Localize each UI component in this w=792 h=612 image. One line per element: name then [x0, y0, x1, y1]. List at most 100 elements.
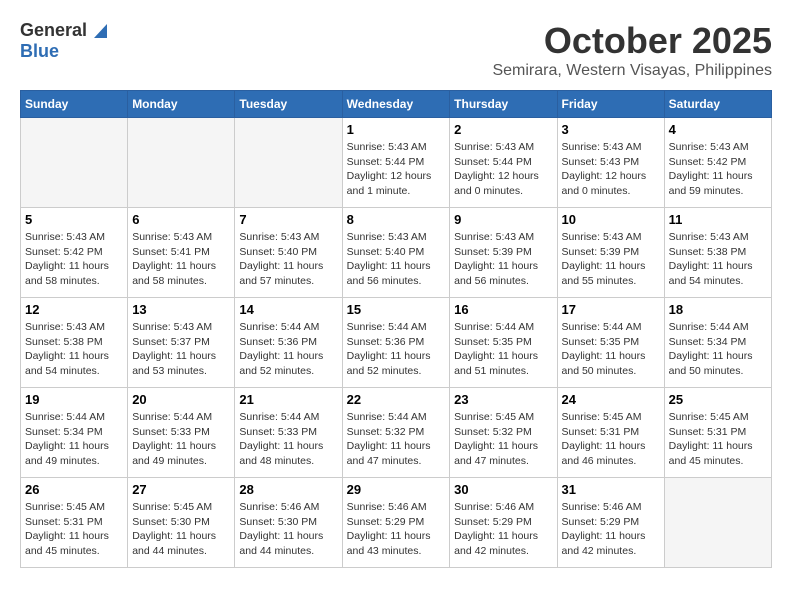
month-title: October 2025 — [492, 20, 772, 62]
calendar-cell: 18 Sunrise: 5:44 AM Sunset: 5:34 PM Dayli… — [664, 298, 771, 388]
calendar-cell — [235, 118, 342, 208]
calendar-cell: 21 Sunrise: 5:44 AM Sunset: 5:33 PM Dayli… — [235, 388, 342, 478]
calendar-week-row: 12Sunrise: 5:43 AM Sunset: 5:38 PM Dayli… — [21, 298, 772, 388]
day-number: 19 — [25, 392, 123, 407]
day-info: Sunrise: 5:44 AM Sunset: 5:36 PM Dayligh… — [347, 320, 446, 379]
day-info: Sunrise: 5:45 AM Sunset: 5:31 PM Dayligh… — [669, 410, 767, 469]
day-number: 31 — [562, 482, 660, 497]
logo-blue: Blue — [20, 41, 59, 61]
calendar-cell: 28 Sunrise: 5:46 AM Sunset: 5:30 PM Dayli… — [235, 478, 342, 568]
day-info: Sunrise: 5:45 AM Sunset: 5:32 PM Dayligh… — [454, 410, 552, 469]
day-info: Sunrise: 5:43 AM Sunset: 5:44 PM Dayligh… — [347, 140, 446, 199]
calendar-cell: 24Sunrise: 5:45 AM Sunset: 5:31 PM Dayli… — [557, 388, 664, 478]
calendar-cell: 9 Sunrise: 5:43 AM Sunset: 5:39 PM Daylig… — [450, 208, 557, 298]
calendar-week-row: 26Sunrise: 5:45 AM Sunset: 5:31 PM Dayli… — [21, 478, 772, 568]
day-info: Sunrise: 5:46 AM Sunset: 5:29 PM Dayligh… — [347, 500, 446, 559]
day-number: 25 — [669, 392, 767, 407]
location-subtitle: Semirara, Western Visayas, Philippines — [492, 62, 772, 80]
weekday-header: Tuesday — [235, 91, 342, 118]
calendar-week-row: 1 Sunrise: 5:43 AM Sunset: 5:44 PM Daylig… — [21, 118, 772, 208]
day-info: Sunrise: 5:43 AM Sunset: 5:40 PM Dayligh… — [347, 230, 446, 289]
day-number: 1 — [347, 122, 446, 137]
day-info: Sunrise: 5:43 AM Sunset: 5:38 PM Dayligh… — [669, 230, 767, 289]
day-info: Sunrise: 5:46 AM Sunset: 5:30 PM Dayligh… — [239, 500, 337, 559]
calendar-cell: 8 Sunrise: 5:43 AM Sunset: 5:40 PM Daylig… — [342, 208, 450, 298]
day-number: 6 — [132, 212, 230, 227]
day-number: 21 — [239, 392, 337, 407]
day-number: 8 — [347, 212, 446, 227]
day-number: 23 — [454, 392, 552, 407]
day-info: Sunrise: 5:43 AM Sunset: 5:43 PM Dayligh… — [562, 140, 660, 199]
day-number: 22 — [347, 392, 446, 407]
day-number: 29 — [347, 482, 446, 497]
calendar-week-row: 19 Sunrise: 5:44 AM Sunset: 5:34 PM Dayli… — [21, 388, 772, 478]
day-info: Sunrise: 5:44 AM Sunset: 5:33 PM Dayligh… — [132, 410, 230, 469]
calendar-cell: 23 Sunrise: 5:45 AM Sunset: 5:32 PM Dayli… — [450, 388, 557, 478]
calendar-cell: 26Sunrise: 5:45 AM Sunset: 5:31 PM Dayli… — [21, 478, 128, 568]
page-header: General Blue October 2025 Semirara, West… — [20, 20, 772, 80]
calendar-cell: 15 Sunrise: 5:44 AM Sunset: 5:36 PM Dayli… — [342, 298, 450, 388]
day-number: 10 — [562, 212, 660, 227]
day-number: 4 — [669, 122, 767, 137]
weekday-header: Friday — [557, 91, 664, 118]
day-number: 14 — [239, 302, 337, 317]
day-number: 13 — [132, 302, 230, 317]
calendar-cell: 22 Sunrise: 5:44 AM Sunset: 5:32 PM Dayli… — [342, 388, 450, 478]
calendar-cell: 3 Sunrise: 5:43 AM Sunset: 5:43 PM Daylig… — [557, 118, 664, 208]
day-info: Sunrise: 5:43 AM Sunset: 5:38 PM Dayligh… — [25, 320, 123, 379]
logo: General Blue — [20, 20, 107, 62]
day-number: 7 — [239, 212, 337, 227]
day-number: 24 — [562, 392, 660, 407]
calendar-cell: 13 Sunrise: 5:43 AM Sunset: 5:37 PM Dayli… — [128, 298, 235, 388]
day-number: 28 — [239, 482, 337, 497]
calendar-cell: 31 Sunrise: 5:46 AM Sunset: 5:29 PM Dayli… — [557, 478, 664, 568]
day-info: Sunrise: 5:44 AM Sunset: 5:34 PM Dayligh… — [669, 320, 767, 379]
day-info: Sunrise: 5:46 AM Sunset: 5:29 PM Dayligh… — [454, 500, 552, 559]
day-number: 30 — [454, 482, 552, 497]
day-info: Sunrise: 5:43 AM Sunset: 5:37 PM Dayligh… — [132, 320, 230, 379]
day-info: Sunrise: 5:44 AM Sunset: 5:33 PM Dayligh… — [239, 410, 337, 469]
calendar-cell: 14Sunrise: 5:44 AM Sunset: 5:36 PM Dayli… — [235, 298, 342, 388]
calendar-cell: 10 Sunrise: 5:43 AM Sunset: 5:39 PM Dayli… — [557, 208, 664, 298]
calendar-table: SundayMondayTuesdayWednesdayThursdayFrid… — [20, 90, 772, 568]
calendar-header-row: SundayMondayTuesdayWednesdayThursdayFrid… — [21, 91, 772, 118]
calendar-cell — [21, 118, 128, 208]
day-number: 2 — [454, 122, 552, 137]
calendar-cell: 7 Sunrise: 5:43 AM Sunset: 5:40 PM Daylig… — [235, 208, 342, 298]
day-info: Sunrise: 5:43 AM Sunset: 5:40 PM Dayligh… — [239, 230, 337, 289]
day-number: 11 — [669, 212, 767, 227]
calendar-cell: 4Sunrise: 5:43 AM Sunset: 5:42 PM Daylig… — [664, 118, 771, 208]
logo-icon — [89, 22, 107, 40]
day-info: Sunrise: 5:44 AM Sunset: 5:34 PM Dayligh… — [25, 410, 123, 469]
calendar-cell: 11 Sunrise: 5:43 AM Sunset: 5:38 PM Dayli… — [664, 208, 771, 298]
weekday-header: Sunday — [21, 91, 128, 118]
day-info: Sunrise: 5:43 AM Sunset: 5:42 PM Dayligh… — [25, 230, 123, 289]
calendar-cell: 2 Sunrise: 5:43 AM Sunset: 5:44 PM Daylig… — [450, 118, 557, 208]
day-number: 26 — [25, 482, 123, 497]
day-number: 20 — [132, 392, 230, 407]
calendar-cell: 20 Sunrise: 5:44 AM Sunset: 5:33 PM Dayli… — [128, 388, 235, 478]
day-info: Sunrise: 5:43 AM Sunset: 5:44 PM Dayligh… — [454, 140, 552, 199]
calendar-cell: 16Sunrise: 5:44 AM Sunset: 5:35 PM Dayli… — [450, 298, 557, 388]
day-info: Sunrise: 5:43 AM Sunset: 5:39 PM Dayligh… — [562, 230, 660, 289]
calendar-cell: 29 Sunrise: 5:46 AM Sunset: 5:29 PM Dayli… — [342, 478, 450, 568]
day-number: 15 — [347, 302, 446, 317]
weekday-header: Thursday — [450, 91, 557, 118]
day-info: Sunrise: 5:46 AM Sunset: 5:29 PM Dayligh… — [562, 500, 660, 559]
day-info: Sunrise: 5:44 AM Sunset: 5:32 PM Dayligh… — [347, 410, 446, 469]
calendar-cell: 1 Sunrise: 5:43 AM Sunset: 5:44 PM Daylig… — [342, 118, 450, 208]
day-info: Sunrise: 5:44 AM Sunset: 5:35 PM Dayligh… — [454, 320, 552, 379]
calendar-cell: 19 Sunrise: 5:44 AM Sunset: 5:34 PM Dayli… — [21, 388, 128, 478]
weekday-header: Saturday — [664, 91, 771, 118]
title-block: October 2025 Semirara, Western Visayas, … — [492, 20, 772, 80]
day-number: 27 — [132, 482, 230, 497]
calendar-cell — [664, 478, 771, 568]
day-info: Sunrise: 5:43 AM Sunset: 5:39 PM Dayligh… — [454, 230, 552, 289]
day-number: 17 — [562, 302, 660, 317]
calendar-cell: 17Sunrise: 5:44 AM Sunset: 5:35 PM Dayli… — [557, 298, 664, 388]
day-info: Sunrise: 5:43 AM Sunset: 5:41 PM Dayligh… — [132, 230, 230, 289]
day-number: 18 — [669, 302, 767, 317]
calendar-week-row: 5Sunrise: 5:43 AM Sunset: 5:42 PM Daylig… — [21, 208, 772, 298]
day-number: 3 — [562, 122, 660, 137]
day-number: 9 — [454, 212, 552, 227]
